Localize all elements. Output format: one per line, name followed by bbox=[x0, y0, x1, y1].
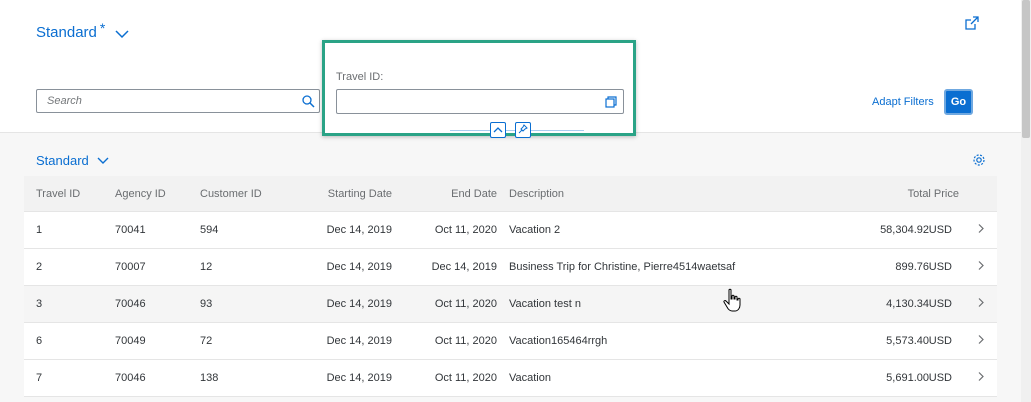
cell-starting-date: Dec 14, 2019 bbox=[326, 372, 392, 384]
cell-starting-date: Dec 14, 2019 bbox=[326, 298, 392, 310]
variant-modified-indicator: * bbox=[99, 20, 106, 36]
table-variant-selector[interactable]: Standard bbox=[36, 153, 109, 168]
cell-travel-id: 7 bbox=[36, 372, 43, 384]
hand-cursor-icon bbox=[723, 288, 741, 317]
cell-total-price: 4,130.34 bbox=[886, 298, 929, 310]
cell-customer-id: 138 bbox=[200, 372, 219, 384]
chevron-right-icon[interactable] bbox=[977, 298, 985, 311]
cell-description: Business Trip for Christine, Pierre4514w… bbox=[509, 261, 736, 273]
cell-description: Vacation165464rrgh bbox=[509, 335, 608, 347]
travel-id-filter-highlight bbox=[322, 40, 636, 136]
table-row[interactable]: 6 70049 72 Dec 14, 2019 Oct 11, 2020 Vac… bbox=[24, 323, 997, 360]
chevron-right-icon[interactable] bbox=[977, 261, 985, 274]
go-button[interactable]: Go bbox=[944, 89, 973, 115]
cell-end-date: Oct 11, 2020 bbox=[434, 224, 497, 236]
column-header-travel-id[interactable]: Travel ID bbox=[36, 188, 80, 200]
cell-total-price: 5,573.40 bbox=[886, 335, 929, 347]
gear-icon[interactable] bbox=[972, 153, 986, 172]
search-icon[interactable] bbox=[301, 94, 315, 113]
chevron-down-icon bbox=[97, 153, 109, 168]
chevron-right-icon[interactable] bbox=[977, 224, 985, 237]
search-placeholder: Search bbox=[47, 95, 82, 107]
cell-travel-id: 3 bbox=[36, 298, 43, 310]
chevron-down-icon bbox=[115, 26, 129, 43]
table-row[interactable]: 7 70046 138 Dec 14, 2019 Oct 11, 2020 Va… bbox=[24, 360, 997, 397]
table-header-row: Travel ID Agency ID Customer ID Starting… bbox=[24, 176, 997, 212]
table-title: Standard bbox=[36, 153, 89, 168]
column-header-total-price[interactable]: Total Price bbox=[908, 188, 959, 200]
cell-customer-id: 93 bbox=[200, 298, 213, 310]
cell-currency: USD bbox=[928, 372, 952, 384]
cell-end-date: Oct 11, 2020 bbox=[434, 298, 497, 310]
cell-description: Vacation 2 bbox=[509, 224, 561, 236]
share-icon[interactable] bbox=[964, 15, 980, 31]
cell-starting-date: Dec 14, 2019 bbox=[326, 261, 392, 273]
cell-starting-date: Dec 14, 2019 bbox=[326, 224, 392, 236]
column-header-end-date[interactable]: End Date bbox=[451, 188, 497, 200]
pin-header-button[interactable] bbox=[515, 122, 531, 138]
search-input[interactable]: Search bbox=[36, 89, 320, 113]
chevron-right-icon[interactable] bbox=[977, 335, 985, 348]
cell-total-price: 899.76 bbox=[895, 261, 929, 273]
cell-travel-id: 6 bbox=[36, 335, 43, 347]
cell-total-price: 58,304.92 bbox=[880, 224, 929, 236]
cell-currency: USD bbox=[928, 261, 952, 273]
cell-travel-id: 1 bbox=[36, 224, 43, 236]
cell-end-date: Oct 11, 2020 bbox=[434, 372, 497, 384]
cell-currency: USD bbox=[928, 298, 952, 310]
cell-customer-id: 12 bbox=[200, 261, 213, 273]
variant-title: Standard bbox=[36, 24, 97, 41]
travel-id-filter-label: Travel ID: bbox=[336, 71, 384, 83]
cell-end-date: Oct 11, 2020 bbox=[434, 335, 497, 347]
collapse-header-button[interactable] bbox=[490, 122, 506, 138]
scrollbar-thumb[interactable] bbox=[1022, 0, 1030, 138]
travel-table: Travel ID Agency ID Customer ID Starting… bbox=[24, 176, 997, 397]
cell-starting-date: Dec 14, 2019 bbox=[326, 335, 392, 347]
table-row[interactable]: 2 70007 12 Dec 14, 2019 Dec 14, 2019 Bus… bbox=[24, 249, 997, 286]
cell-agency-id: 70049 bbox=[115, 335, 146, 347]
cell-agency-id: 70046 bbox=[115, 298, 146, 310]
value-help-icon[interactable] bbox=[605, 95, 617, 113]
adapt-filters-button[interactable]: Adapt Filters bbox=[872, 96, 934, 108]
cell-currency: USD bbox=[928, 335, 952, 347]
cell-agency-id: 70041 bbox=[115, 224, 146, 236]
cell-travel-id: 2 bbox=[36, 261, 43, 273]
variant-selector[interactable]: Standard * bbox=[36, 20, 129, 43]
cell-customer-id: 594 bbox=[200, 224, 219, 236]
table-row[interactable]: 3 70046 93 Dec 14, 2019 Oct 11, 2020 Vac… bbox=[24, 286, 997, 323]
cell-agency-id: 70046 bbox=[115, 372, 146, 384]
cell-agency-id: 70007 bbox=[115, 261, 146, 273]
column-header-description[interactable]: Description bbox=[509, 188, 564, 200]
cell-description: Vacation bbox=[509, 372, 551, 384]
cell-customer-id: 72 bbox=[200, 335, 213, 347]
cell-description: Vacation test n bbox=[509, 298, 581, 310]
table-row[interactable]: 1 70041 594 Dec 14, 2019 Oct 11, 2020 Va… bbox=[24, 212, 997, 249]
chevron-up-icon bbox=[493, 121, 503, 139]
column-header-starting-date[interactable]: Starting Date bbox=[328, 188, 392, 200]
pin-icon bbox=[518, 121, 528, 139]
column-header-agency-id[interactable]: Agency ID bbox=[115, 188, 166, 200]
chevron-right-icon[interactable] bbox=[977, 372, 985, 385]
column-header-customer-id[interactable]: Customer ID bbox=[200, 188, 262, 200]
cell-end-date: Dec 14, 2019 bbox=[431, 261, 497, 273]
travel-id-filter-input[interactable] bbox=[336, 89, 624, 114]
cell-currency: USD bbox=[928, 224, 952, 236]
cell-total-price: 5,691.00 bbox=[886, 372, 929, 384]
